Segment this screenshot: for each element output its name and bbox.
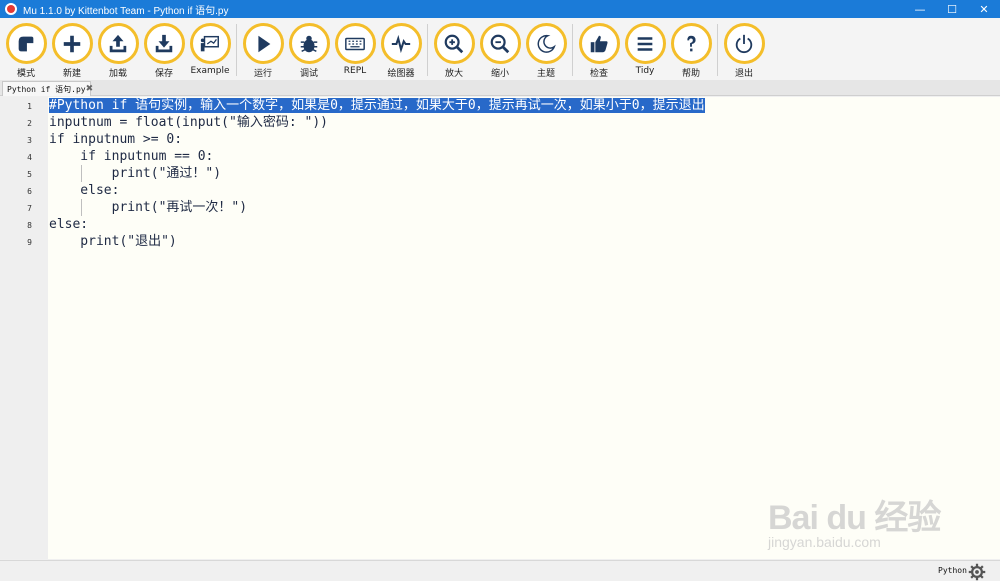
quit-label: 退出 <box>734 69 753 79</box>
plotter-label: 绘图器 <box>387 69 415 79</box>
zoom-in-button[interactable]: 放大 <box>431 18 477 79</box>
toolbar-divider <box>572 24 573 76</box>
upload-icon <box>109 34 127 52</box>
close-window-button[interactable]: ✕ <box>968 0 1000 18</box>
line-number: 1 <box>27 102 32 111</box>
presentation-icon <box>200 35 219 51</box>
debug-button[interactable]: 调试 <box>286 18 332 79</box>
code-editor[interactable]: 1 2 3 4 5 6 7 8 9 #Python if 语句实例，输入一个数字… <box>0 97 1000 559</box>
help-label: 帮助 <box>681 69 700 79</box>
load-button[interactable]: 加载 <box>95 18 141 79</box>
save-button[interactable]: 保存 <box>141 18 187 79</box>
toolbar-divider <box>717 24 718 76</box>
check-label: 检查 <box>589 69 608 79</box>
lines-icon <box>637 36 653 51</box>
save-label: 保存 <box>154 69 173 79</box>
quit-button[interactable]: 退出 <box>721 18 767 79</box>
toolbar-divider <box>236 24 237 76</box>
title-bar: Mu 1.1.0 by Kittenbot Team - Python if 语… <box>0 0 1000 18</box>
repl-label: REPL <box>343 66 367 76</box>
code-line-6[interactable]: else: <box>49 182 119 199</box>
power-icon <box>735 34 753 53</box>
theme-button[interactable]: 主题 <box>523 18 569 79</box>
window-controls: — ☐ ✕ <box>904 0 1000 18</box>
maximize-button[interactable]: ☐ <box>936 0 968 18</box>
plus-icon <box>63 35 81 52</box>
code-line-3[interactable]: if inputnum >= 0: <box>49 131 182 148</box>
debug-label: 调试 <box>299 69 318 79</box>
new-button[interactable]: 新建 <box>49 18 95 79</box>
code-line-2[interactable]: inputnum = float(input("输入密码: ")) <box>49 114 328 131</box>
app-icon <box>5 3 17 15</box>
download-icon <box>155 34 173 52</box>
mode-button[interactable]: 模式 <box>3 18 49 79</box>
mode-icon <box>18 36 34 51</box>
toolbar: 模式 新建 加载 保存 Example 运行 调试 REPL 绘图器 放大 缩小 <box>0 18 1000 80</box>
gear-icon[interactable] <box>968 563 986 581</box>
line-number-gutter: 1 2 3 4 5 6 7 8 9 <box>0 97 48 559</box>
play-icon <box>258 35 271 52</box>
selected-comment: #Python if 语句实例，输入一个数字，如果是0，提示通过，如果大于0，提… <box>49 98 705 113</box>
line-number: 9 <box>27 238 32 247</box>
moon-icon <box>537 34 556 53</box>
example-button[interactable]: Example <box>187 18 233 76</box>
minimize-button[interactable]: — <box>904 0 936 18</box>
status-bar: Python <box>0 560 1000 581</box>
zoom-out-icon <box>490 34 510 53</box>
thumbs-up-icon <box>590 35 608 52</box>
pulse-icon <box>391 34 411 53</box>
toolbar-divider <box>427 24 428 76</box>
line-number: 8 <box>27 221 32 230</box>
repl-button[interactable]: REPL <box>332 18 378 76</box>
line-number: 2 <box>27 119 32 128</box>
keyboard-icon <box>345 37 365 50</box>
bug-icon <box>300 35 318 52</box>
mode-label: 模式 <box>16 69 35 79</box>
code-line-1[interactable]: #Python if 语句实例，输入一个数字，如果是0，提示通过，如果大于0，提… <box>49 97 705 114</box>
tab-label: Python if 语句.py <box>7 84 86 94</box>
code-line-7[interactable]: print("再试一次！") <box>49 199 247 216</box>
zoom-in-label: 放大 <box>444 69 463 79</box>
theme-label: 主题 <box>536 69 555 79</box>
line-number: 5 <box>27 170 32 179</box>
code-line-5[interactable]: print("通过！") <box>49 165 221 182</box>
check-button[interactable]: 检查 <box>576 18 622 79</box>
line-number: 4 <box>27 153 32 162</box>
new-label: 新建 <box>62 69 81 79</box>
tidy-label: Tidy <box>635 66 655 76</box>
example-label: Example <box>190 66 230 76</box>
zoom-out-label: 缩小 <box>490 69 509 79</box>
run-label: 运行 <box>253 69 272 79</box>
line-number: 7 <box>27 204 32 213</box>
tab-bar: Python if 语句.py ✖ <box>0 80 1000 96</box>
run-button[interactable]: 运行 <box>240 18 286 79</box>
tidy-button[interactable]: Tidy <box>622 18 668 76</box>
close-tab-icon[interactable]: ✖ <box>86 84 94 94</box>
line-number: 3 <box>27 136 32 145</box>
question-icon <box>687 35 696 51</box>
help-button[interactable]: 帮助 <box>668 18 714 79</box>
zoom-in-icon <box>444 34 464 53</box>
window-title: Mu 1.1.0 by Kittenbot Team - Python if 语… <box>23 5 229 17</box>
line-number: 6 <box>27 187 32 196</box>
code-line-4[interactable]: if inputnum == 0: <box>49 148 213 165</box>
code-line-9[interactable]: print("退出") <box>49 233 176 250</box>
mode-indicator: Python <box>938 566 967 575</box>
zoom-out-button[interactable]: 缩小 <box>477 18 523 79</box>
plotter-button[interactable]: 绘图器 <box>378 18 424 79</box>
load-label: 加载 <box>108 69 127 79</box>
tab-python-if[interactable]: Python if 语句.py ✖ <box>2 81 94 96</box>
code-line-8[interactable]: else: <box>49 216 88 233</box>
